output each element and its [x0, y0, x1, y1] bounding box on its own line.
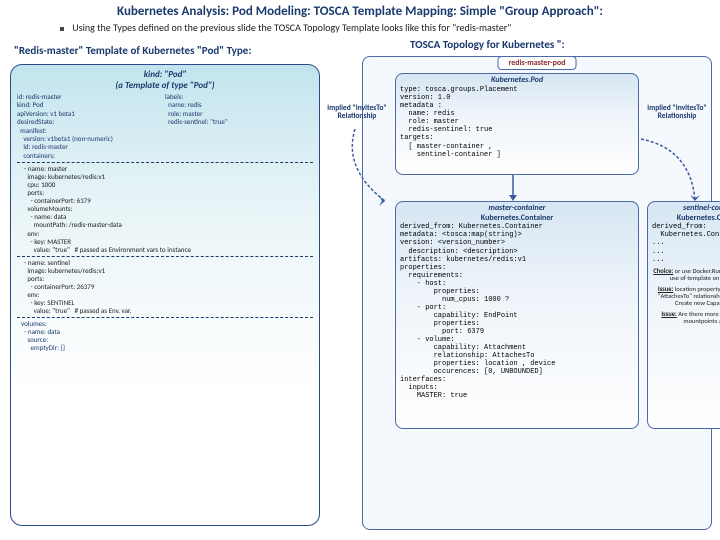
slide-title: Kubernetes Analysis: Pod Modeling: TOSCA… [0, 0, 720, 21]
container-master-yaml: - name: master image: kubernetes/redis:v… [17, 165, 313, 254]
implied-relationship-left: implied "InvitesTo" Relationship [325, 105, 389, 122]
kube-pod-label: Kubernetes.Pod [400, 76, 634, 85]
pod-kind-line1: kind: "Pod" [17, 69, 313, 80]
sentinel-container-type: Kubernetes.Container [652, 214, 720, 223]
master-container-yaml: derived_from: Kubernetes.Container metad… [400, 223, 634, 400]
divider [17, 162, 313, 163]
arrow-left-icon [345, 129, 395, 209]
pod-meta-left: id: redis-master kind: Pod apiVersion: v… [17, 93, 165, 160]
pod-kind-line2: (a Template of type "Pod") [17, 80, 313, 91]
pod-template-panel: kind: "Pod" (a Template of type "Pod") i… [10, 64, 320, 526]
kubernetes-pod-box: Kubernetes.Pod type: tosca.groups.Placem… [395, 73, 639, 175]
volumes-yaml: volumes: - name: data source: emptyDir: … [17, 320, 313, 352]
master-container-box: master-container Kubernetes.Container de… [395, 201, 639, 429]
pod-meta-right: labels: name: redis role: master redis-s… [165, 93, 313, 160]
sentinel-container-yaml: derived_from: Kubernetes.Container ... .… [652, 223, 720, 263]
bullet-icon [60, 27, 64, 31]
note-issue2-title: Issue: [661, 310, 676, 318]
master-container-type: Kubernetes.Container [400, 214, 634, 223]
note-issue-location: Issue: location property lost as there i… [652, 286, 720, 307]
sentinel-container-label: sentinel-container [652, 204, 720, 213]
note-issue-volumes: Issue: Are there more than 1 volumes / m… [652, 311, 720, 325]
slide-subtitle: Using the Types defined on the previous … [0, 21, 720, 38]
sentinel-container-box: sentinel-container Kubernetes.Container … [647, 201, 720, 429]
right-section-heading: TOSCA Topology for Kubernetes ": [410, 38, 565, 51]
note-choice: Choice: or use Docker.Runtime types to a… [652, 268, 720, 282]
master-container-label: master-container [400, 204, 634, 213]
divider [17, 317, 313, 318]
tosca-topology-panel: redis-master-pod implied "InvitesTo" Rel… [362, 56, 712, 530]
divider [17, 256, 313, 257]
kube-pod-yaml: type: tosca.groups.Placement version: 1.… [400, 86, 634, 158]
note-choice-text: or use Docker.Runtime types to allow use… [670, 267, 720, 282]
arrow-down-master-icon [503, 175, 523, 203]
implied-relationship-right: implied "InvitesTo" Relationship [645, 105, 709, 122]
topology-label: redis-master-pod [498, 56, 577, 70]
left-section-heading: "Redis-master" Template of Kubernetes "P… [14, 44, 251, 57]
arrow-right-icon [641, 129, 711, 209]
pod-meta-columns: id: redis-master kind: Pod apiVersion: v… [17, 93, 313, 160]
note-issue2-text: Are there more than 1 volumes / mountpoi… [678, 310, 720, 325]
subtitle-text: Using the Types defined on the previous … [72, 21, 511, 34]
container-sentinel-yaml: - name: sentinel image: kubernetes/redis… [17, 259, 313, 315]
